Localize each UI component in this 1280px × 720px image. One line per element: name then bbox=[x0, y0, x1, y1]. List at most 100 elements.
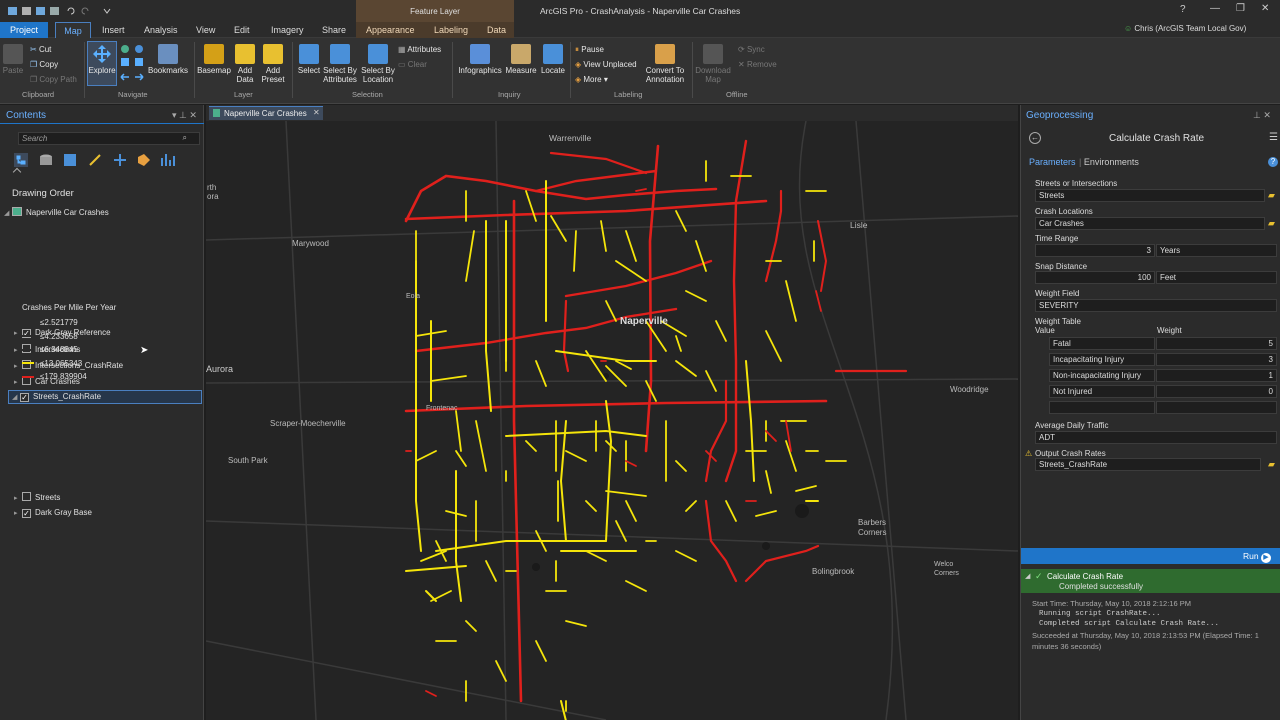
row-handle[interactable] bbox=[1035, 353, 1047, 366]
tab-insert[interactable]: Insert bbox=[102, 25, 125, 35]
contents-search-input[interactable]: Search ⌕ bbox=[18, 132, 200, 145]
expand-arrow-icon[interactable]: ▸ bbox=[14, 378, 22, 386]
measure-button[interactable]: Measure bbox=[505, 44, 537, 75]
param-time-input[interactable]: 3 bbox=[1035, 244, 1155, 257]
layer-visibility-checkbox[interactable]: ✓ bbox=[22, 509, 31, 518]
layer-item[interactable]: ▸ Streets bbox=[14, 492, 60, 502]
map-node[interactable]: ◢ Naperville Car Crashes bbox=[4, 207, 109, 217]
copy-path-button[interactable]: ❐ Copy Path bbox=[30, 75, 77, 84]
weight-cell[interactable]: 5 bbox=[1156, 337, 1277, 350]
remove-button[interactable]: ✕ Remove bbox=[738, 60, 777, 69]
expand-arrow-icon[interactable]: ▸ bbox=[14, 509, 22, 517]
expand-arrow-icon[interactable]: ▸ bbox=[14, 329, 22, 337]
weight-cell[interactable]: 0 bbox=[1156, 385, 1277, 398]
attributes-button[interactable]: ▦ Attributes bbox=[398, 45, 441, 54]
expand-arrow-icon[interactable]: ◢ bbox=[4, 209, 12, 217]
expand-arrow-icon[interactable]: ◢ bbox=[12, 393, 20, 401]
row-handle[interactable] bbox=[1035, 337, 1047, 350]
param-time-unit-dropdown[interactable]: Years bbox=[1156, 244, 1277, 257]
tab-analysis[interactable]: Analysis bbox=[144, 25, 178, 35]
maximize-button[interactable]: ❐ bbox=[1236, 3, 1245, 14]
explore-button[interactable]: Explore bbox=[87, 41, 117, 86]
pause-labeling-button[interactable]: ⏸ Pause bbox=[575, 45, 604, 55]
map-view[interactable]: Naperville Car Crashes ✕ Warrenville Lis… bbox=[206, 105, 1018, 720]
hamburger-menu-icon[interactable]: ☰ bbox=[1269, 132, 1278, 143]
folder-icon[interactable]: ▰ bbox=[1268, 190, 1275, 201]
infographics-button[interactable]: Infographics bbox=[456, 44, 504, 75]
quick-access-icons[interactable] bbox=[6, 5, 116, 17]
tab-appearance[interactable]: Appearance bbox=[366, 25, 415, 35]
add-preset-button[interactable]: Add Preset bbox=[258, 44, 288, 84]
row-handle[interactable] bbox=[1035, 385, 1047, 398]
select-button[interactable]: Select bbox=[296, 44, 322, 75]
close-button[interactable]: ✕ bbox=[1261, 3, 1269, 14]
param-crash-dropdown[interactable]: Car Crashes bbox=[1035, 217, 1265, 230]
folder-icon[interactable]: ▰ bbox=[1268, 459, 1275, 470]
layer-visibility-checkbox[interactable] bbox=[22, 492, 31, 501]
param-streets-dropdown[interactable]: Streets bbox=[1035, 189, 1265, 202]
navigate-tools-icons[interactable] bbox=[119, 43, 147, 87]
tab-imagery[interactable]: Imagery bbox=[271, 25, 304, 35]
basemap-button[interactable]: Basemap bbox=[197, 44, 231, 75]
select-by-attributes-button[interactable]: Select By Attributes bbox=[322, 44, 358, 84]
sync-button[interactable]: ⟳ Sync bbox=[738, 45, 765, 54]
param-snap-input[interactable]: 100 bbox=[1035, 271, 1155, 284]
weight-value-cell[interactable]: Fatal bbox=[1049, 337, 1155, 350]
tab-parameters[interactable]: Parameters bbox=[1029, 157, 1076, 167]
tab-environments[interactable]: | Environments bbox=[1079, 157, 1139, 167]
download-map-button[interactable]: Download Map bbox=[695, 44, 731, 84]
expand-arrow-icon[interactable]: ▸ bbox=[14, 362, 22, 370]
tab-view[interactable]: View bbox=[196, 25, 215, 35]
param-output-input[interactable]: Streets_CrashRate bbox=[1035, 458, 1261, 471]
select-by-attributes-icon bbox=[330, 44, 350, 64]
tab-data[interactable]: Data bbox=[487, 25, 506, 35]
locate-button[interactable]: Locate bbox=[539, 44, 567, 75]
tab-edit[interactable]: Edit bbox=[234, 25, 250, 35]
layer-item[interactable]: ▸ ✓ Dark Gray Base bbox=[14, 508, 92, 518]
more-button[interactable]: ◈ More ▾ bbox=[575, 75, 608, 84]
folder-icon[interactable]: ▰ bbox=[1268, 218, 1275, 229]
expand-arrow-icon[interactable]: ▸ bbox=[14, 346, 22, 354]
weight-value-cell[interactable]: Non-incapacitating Injury bbox=[1049, 369, 1155, 382]
map-tab[interactable]: Naperville Car Crashes ✕ bbox=[209, 106, 323, 120]
convert-to-annotation-button[interactable]: Convert To Annotation bbox=[642, 44, 688, 84]
minimize-button[interactable]: — bbox=[1210, 3, 1220, 14]
bookmarks-button[interactable]: Bookmarks bbox=[148, 44, 188, 75]
layer-item[interactable]: ◢ ✓ Streets_CrashRate bbox=[8, 390, 202, 404]
clear-button[interactable]: ▭ Clear bbox=[398, 60, 427, 69]
tab-share[interactable]: Share bbox=[322, 25, 346, 35]
param-snap-unit-dropdown[interactable]: Feet bbox=[1156, 271, 1277, 284]
pane-menu-icon[interactable]: ⊥ ✕ bbox=[1253, 110, 1271, 121]
layer-visibility-checkbox[interactable]: ✓ bbox=[20, 393, 29, 402]
tab-labeling[interactable]: Labeling bbox=[434, 25, 468, 35]
row-handle[interactable] bbox=[1035, 369, 1047, 382]
weight-cell[interactable]: 1 bbox=[1156, 369, 1277, 382]
weight-cell[interactable]: 3 bbox=[1156, 353, 1277, 366]
tab-map[interactable]: Map bbox=[55, 22, 91, 39]
add-data-button[interactable]: Add Data bbox=[233, 44, 257, 84]
copy-button[interactable]: ❐ Copy bbox=[30, 60, 58, 69]
param-weight-dropdown[interactable]: SEVERITY bbox=[1035, 299, 1277, 312]
param-adt-dropdown[interactable]: ADT bbox=[1035, 431, 1277, 444]
help-button[interactable]: ? bbox=[1180, 4, 1186, 15]
cut-button[interactable]: ✂ Cut bbox=[30, 45, 51, 54]
search-icon[interactable]: ⌕ bbox=[183, 133, 187, 143]
weight-value-cell[interactable]: Not Injured bbox=[1049, 385, 1155, 398]
pane-menu-icon[interactable]: ▾ ⊥ ✕ bbox=[172, 110, 197, 121]
expand-arrow-icon[interactable]: ▸ bbox=[14, 494, 22, 502]
user-account[interactable]: ☺ Chris (ArcGIS Team Local Gov) bbox=[1124, 24, 1246, 33]
select-by-location-button[interactable]: Select By Location bbox=[360, 44, 396, 84]
weight-value-cell[interactable]: Incapacitating Injury bbox=[1049, 353, 1155, 366]
paste-button[interactable]: Paste bbox=[2, 44, 24, 75]
weight-value-cell[interactable] bbox=[1049, 401, 1155, 414]
quick-access-toolbar[interactable] bbox=[6, 5, 111, 17]
run-button[interactable]: Run ▶ bbox=[1243, 551, 1271, 563]
help-icon[interactable]: ? bbox=[1268, 157, 1278, 167]
back-arrow-icon[interactable]: ← bbox=[1029, 132, 1041, 144]
tab-project[interactable]: Project bbox=[0, 22, 48, 38]
weight-cell[interactable] bbox=[1156, 401, 1277, 414]
collapse-arrow-icon[interactable]: ◢ bbox=[1025, 572, 1030, 580]
contents-view-toolbar[interactable] bbox=[12, 151, 182, 169]
close-tab-icon[interactable]: ✕ bbox=[313, 108, 320, 117]
view-unplaced-button[interactable]: ◈ View Unplaced bbox=[575, 60, 637, 69]
